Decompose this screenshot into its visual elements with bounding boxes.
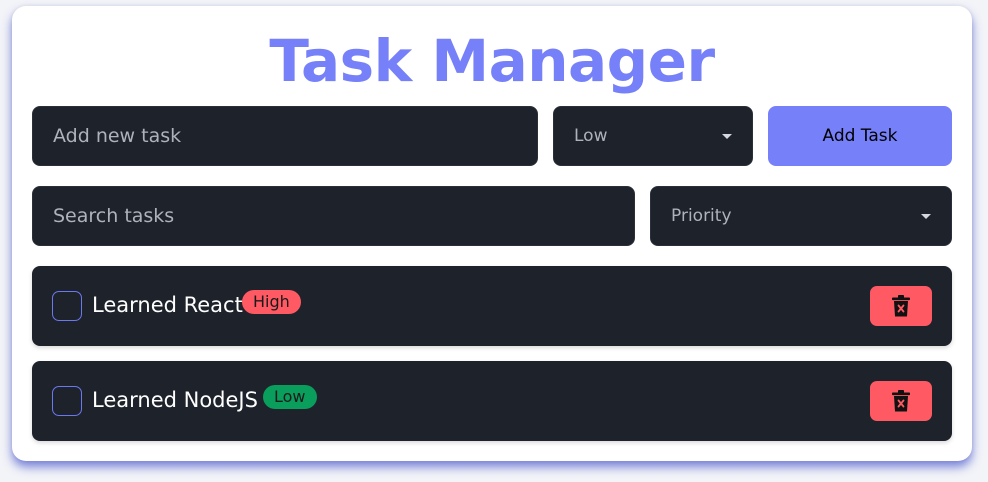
priority-select-value: Low [574, 126, 608, 146]
priority-filter-select[interactable]: Priority [650, 186, 952, 246]
task-checkbox[interactable] [52, 386, 82, 416]
page-title: Task Manager [269, 27, 715, 95]
task-label: Learned NodeJS [92, 388, 258, 412]
task-item: Learned NodeJS Low [32, 361, 952, 441]
priority-badge: High [242, 290, 301, 314]
task-checkbox[interactable] [52, 291, 82, 321]
chevron-down-icon [921, 214, 931, 219]
search-input[interactable]: Search tasks [32, 186, 635, 246]
priority-filter-value: Priority [671, 206, 732, 226]
task-item: Learned React High [32, 266, 952, 346]
delete-task-button[interactable] [870, 286, 932, 326]
trash-icon [892, 390, 910, 412]
priority-badge: Low [263, 385, 317, 409]
priority-select[interactable]: Low [553, 106, 753, 166]
task-label: Learned React [92, 293, 243, 317]
task-manager-card: Task Manager Add new task Low Add Task S… [12, 6, 972, 461]
delete-task-button[interactable] [870, 381, 932, 421]
new-task-input[interactable]: Add new task [32, 106, 538, 166]
chevron-down-icon [722, 134, 732, 139]
trash-icon [892, 295, 910, 317]
add-task-button[interactable]: Add Task [768, 106, 952, 166]
